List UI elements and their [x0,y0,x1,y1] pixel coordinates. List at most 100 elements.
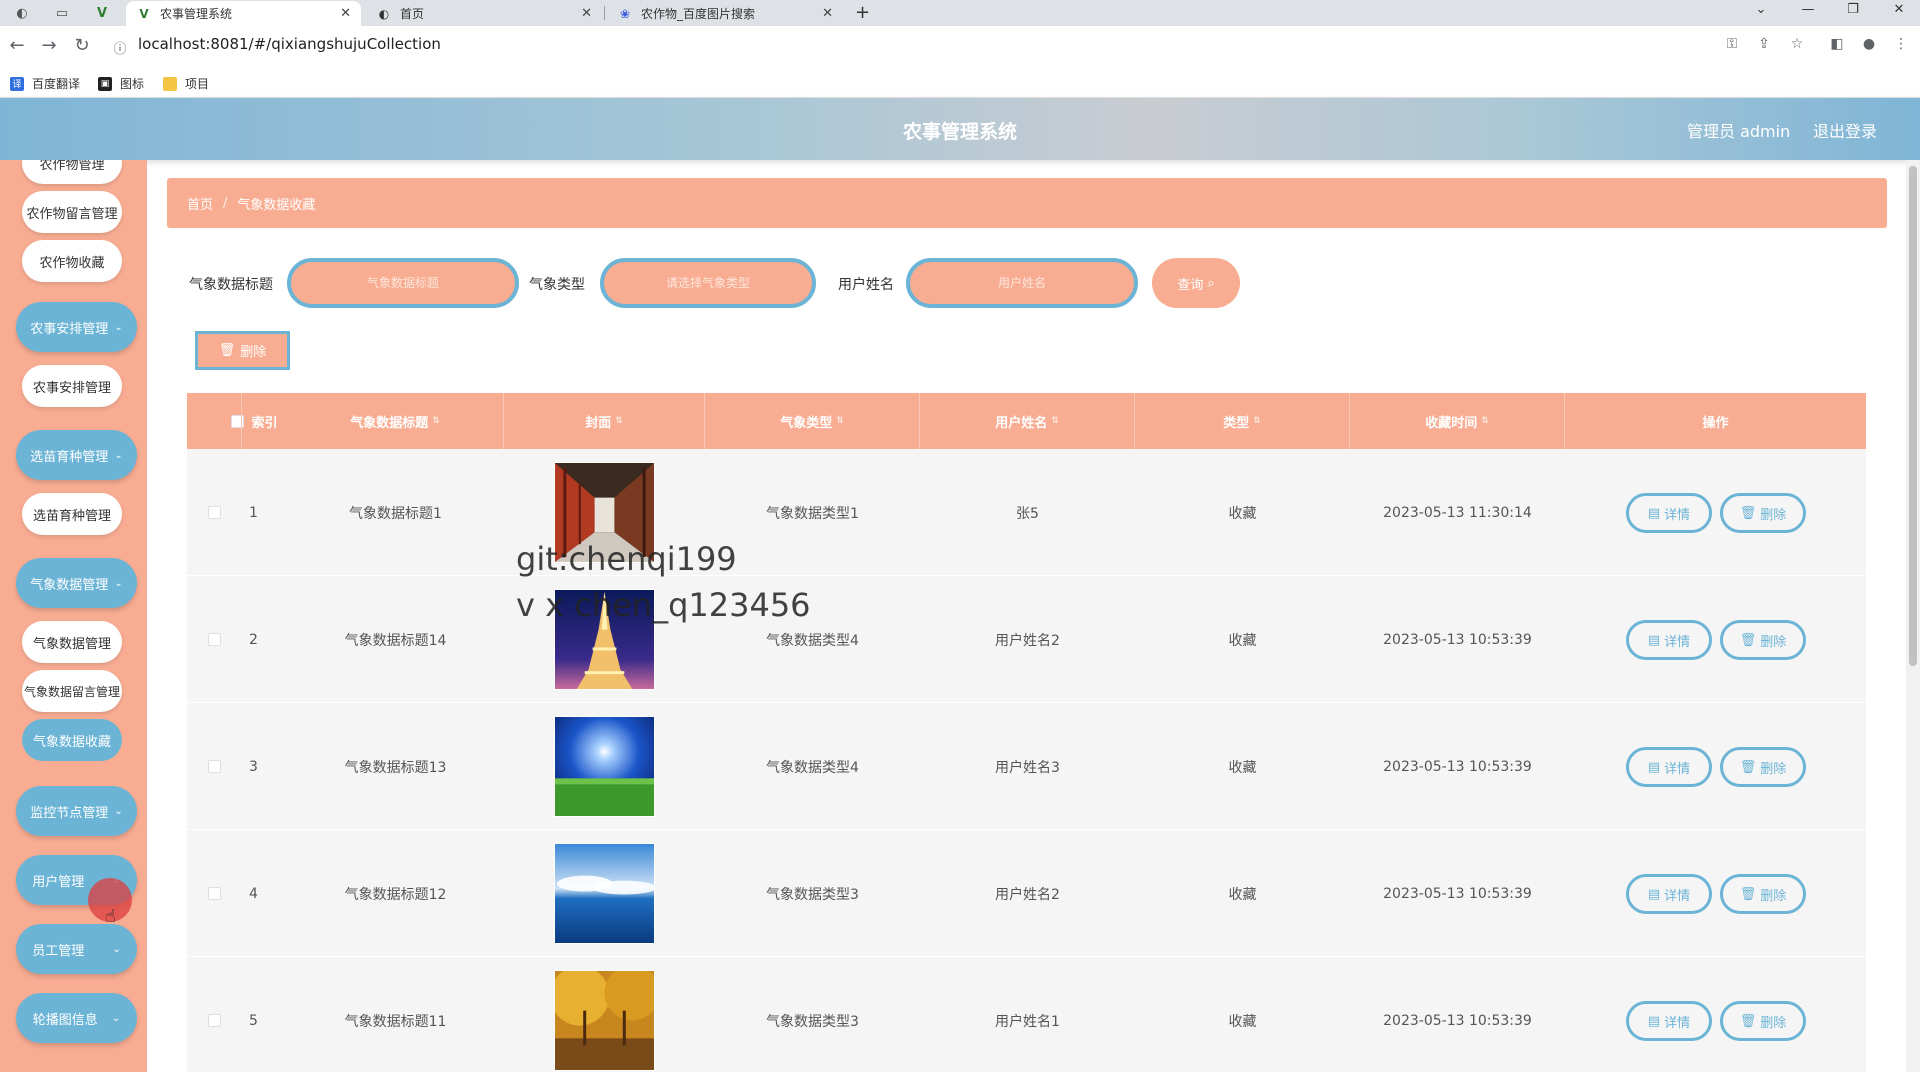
detail-label: 详情 [1664,634,1691,650]
new-tab-icon[interactable]: + [855,2,870,23]
sidebar-item-label: 监控节点管理 [30,805,109,821]
close-window-icon[interactable]: ✕ [1884,2,1914,17]
key-icon[interactable]: ⚿ [1721,36,1743,52]
type-cell: 气象数据类型1 [766,505,859,522]
sort-icon: ⇅ [615,416,623,426]
close-icon[interactable]: ✕ [581,6,592,21]
user-filter-field[interactable] [906,258,1138,308]
logout-link[interactable]: 退出登录 [1813,118,1877,142]
sidebar-group-seedling[interactable]: 选苗育种管理 ⌄ [16,430,137,480]
sidebar-item-weather-comments[interactable]: 气象数据留言管理 [22,670,122,712]
sidebar-item-crop-comments[interactable]: 农作物留言管理 [22,191,122,233]
blank-tab-icon[interactable]: ▭ [50,3,74,23]
delete-button[interactable]: 🗑 删除 [1720,1001,1806,1041]
type-select-input[interactable] [604,276,812,290]
detail-button[interactable]: ▤ 详情 [1626,1001,1712,1041]
delete-button[interactable]: 🗑 删除 [1720,874,1806,914]
minimize-icon[interactable]: — [1793,2,1823,17]
title-cell: 气象数据标题12 [344,886,447,903]
title-filter-label: 气象数据标题 [189,277,273,293]
chevron-down-icon[interactable]: ⌄ [1746,2,1776,17]
header-weather-type[interactable]: 气象类型 ⇅ [705,393,920,449]
sidebar-item-farm-schedule[interactable]: 农事安排管理 [22,365,122,407]
breadcrumb-current: 气象数据收藏 [237,197,316,213]
trash-icon: 🗑 [218,343,236,358]
header-time[interactable]: 收藏时间 ⇅ [1350,393,1565,449]
menu-icon[interactable]: ⋮ [1890,36,1912,52]
kind-cell: 收藏 [1228,759,1257,776]
detail-button[interactable]: ▤ 详情 [1626,620,1712,660]
delete-button[interactable]: 🗑 删除 [1720,620,1806,660]
translate-icon: 译 [10,76,24,91]
query-button[interactable]: 查询 ⌕ [1152,258,1240,308]
info-icon[interactable]: ⓘ [108,38,132,57]
tab-home[interactable]: ◐ 首页 ✕ [366,1,602,26]
header-label: 类型 [1223,415,1250,431]
chevron-down-icon: ⌄ [111,1012,121,1024]
app-title: 农事管理系统 [902,121,1017,143]
index-cell: 3 [249,758,258,775]
chevron-down-icon: ⌄ [114,577,123,589]
browser-tab-bar: ◐ ▭ V V 农事管理系统 ✕ ◐ 首页 ✕ ❀ 农作物_百度图片搜索 ✕ +… [0,0,1920,26]
sidebar-item-crop-manage[interactable]: 农作物管理 [22,160,122,184]
bulk-delete-button[interactable]: 🗑 删除 [195,331,290,370]
sidebar-group-farm-schedule[interactable]: 农事安排管理 ⌄ [16,302,137,352]
document-icon: ▤ [1647,886,1661,902]
sidebar-item-weather[interactable]: 气象数据管理 [22,621,122,663]
delete-button[interactable]: 🗑 删除 [1720,493,1806,533]
sidebar-item-seedling[interactable]: 选苗育种管理 [22,493,122,535]
header-cover[interactable]: 封面 ⇅ [504,393,705,449]
header-title[interactable]: 气象数据标题 ⇅ [287,393,504,449]
title-filter-field[interactable] [287,258,519,308]
sort-icon: ⇅ [432,416,440,426]
detail-button[interactable]: ▤ 详情 [1626,747,1712,787]
detail-button[interactable]: ▤ 详情 [1626,493,1712,533]
user-search-input[interactable] [910,276,1134,290]
tab-baidu[interactable]: ❀ 农作物_百度图片搜索 ✕ [607,1,843,26]
globe-icon[interactable]: ◐ [10,3,34,23]
reload-icon[interactable]: ↻ [70,35,94,56]
title-cell: 气象数据标题1 [349,505,442,522]
url-field[interactable]: localhost:8081/#/qixiangshujuCollection [138,35,441,53]
user-cell: 用户姓名2 [995,632,1060,649]
user-cell: 用户姓名1 [995,1013,1060,1030]
page-scrollbar[interactable] [1906,160,1920,1072]
bookmark-baidu-translate[interactable]: 译 百度翻译 [10,75,80,92]
header-kind[interactable]: 类型 ⇅ [1135,393,1350,449]
breadcrumb-separator: / [223,195,228,211]
header-label: 索引 [251,415,278,431]
profile-icon[interactable]: ● [1858,36,1880,52]
breadcrumb-home[interactable]: 首页 [187,194,213,213]
share-icon[interactable]: ⇪ [1753,36,1775,52]
detail-button[interactable]: ▤ 详情 [1626,874,1712,914]
sidebar-group-carousel[interactable]: 轮播图信息 ⌄ [16,993,137,1043]
user-filter-label: 用户姓名 [838,277,894,293]
back-icon[interactable]: ← [5,35,29,56]
header-user-name[interactable]: 用户姓名 ⇅ [920,393,1135,449]
table-row: 4 气象数据标题12 气象数据类型3 用户姓名2 收藏 2023-05-13 1… [187,830,1866,957]
tab-active[interactable]: V 农事管理系统 ✕ [126,1,361,26]
sidebar-group-staff[interactable]: 员工管理 ⌄ [16,924,137,974]
sidepanel-icon[interactable]: ◧ [1826,36,1848,52]
title-search-input[interactable] [291,276,515,290]
star-icon[interactable]: ☆ [1786,36,1808,52]
image-icon: ▣ [98,76,112,91]
forward-icon[interactable]: → [37,35,61,56]
sidebar-group-monitor[interactable]: 监控节点管理 ⌄ [16,786,137,836]
type-cell: 气象数据类型4 [766,759,859,776]
close-icon[interactable]: ✕ [340,6,351,21]
scrollbar-thumb[interactable] [1909,166,1917,666]
vue-icon[interactable]: V [90,3,114,23]
close-icon[interactable]: ✕ [822,6,833,21]
sidebar-group-weather[interactable]: 气象数据管理 ⌄ [16,558,137,608]
bookmark-project[interactable]: 项目 [163,75,209,92]
delete-label: 删除 [1760,888,1787,904]
sidebar-item-crop-favorites[interactable]: 农作物收藏 [22,240,122,282]
index-cell: 2 [249,631,258,648]
time-cell: 2023-05-13 10:53:39 [1383,885,1532,902]
bookmark-icons[interactable]: ▣ 图标 [98,75,144,92]
restore-icon[interactable]: ❐ [1838,2,1868,17]
sidebar-item-weather-favorites[interactable]: 气象数据收藏 [22,719,122,761]
type-filter-select[interactable] [600,258,816,308]
delete-button[interactable]: 🗑 删除 [1720,747,1806,787]
